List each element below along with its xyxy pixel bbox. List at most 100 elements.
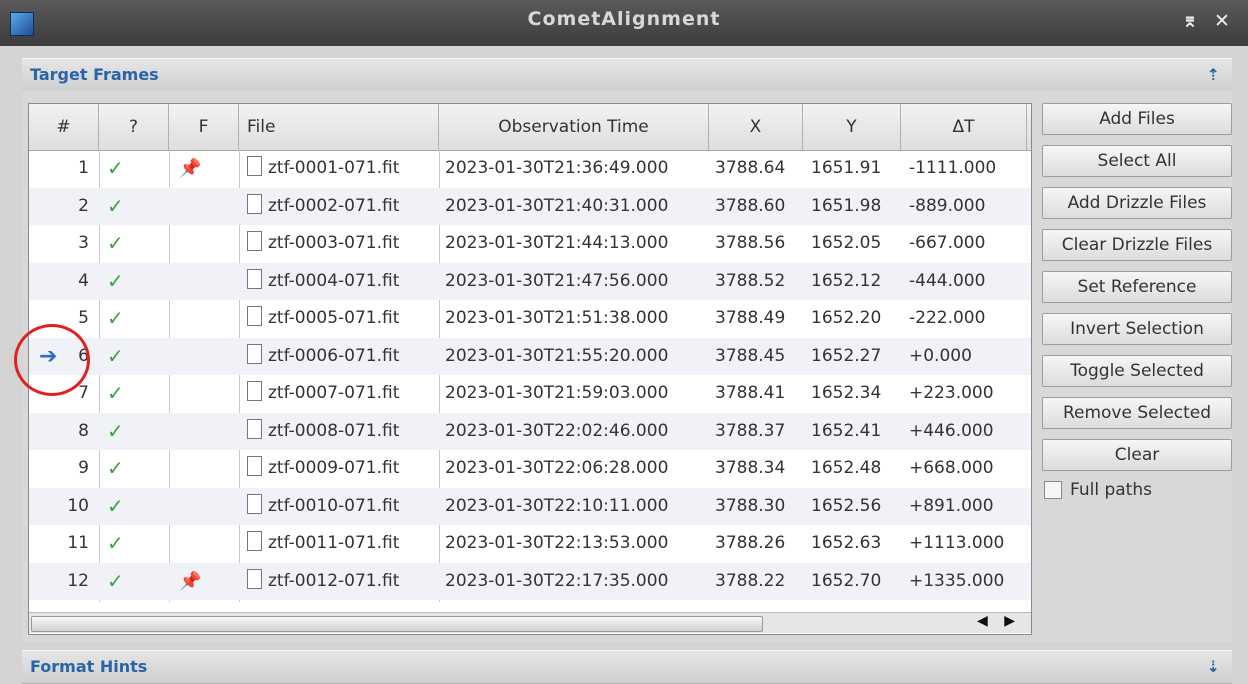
observation-time: 2023-01-30T21:59:03.000: [445, 383, 669, 403]
close-icon[interactable]: ✕: [1214, 10, 1230, 32]
table-row[interactable]: 5 ✓ ztf-0005-071.fit 2023-01-30T21:51:38.00…: [29, 300, 1031, 337]
enabled-check-icon[interactable]: ✓: [107, 338, 147, 375]
file-icon: [247, 456, 262, 476]
enabled-check-icon[interactable]: ✓: [107, 450, 147, 487]
x-value: 3788.26: [715, 533, 786, 553]
full-paths-option[interactable]: Full paths: [1044, 480, 1152, 500]
delta-t-value: +223.000: [909, 383, 994, 403]
file-name: ztf-0002-071.fit: [247, 188, 437, 225]
file-icon: [247, 343, 262, 364]
table-row[interactable]: 10 ✓ ztf-0010-071.fit 2023-01-30T22:10:11.0…: [29, 487, 1031, 525]
file-icon: [247, 306, 262, 326]
target-frames-table[interactable]: # ? F File Observation Time X Y ΔT 1 ✓ 📌 zt…: [28, 103, 1032, 635]
row-index: 10: [67, 495, 89, 516]
col-header-file[interactable]: File: [239, 104, 439, 150]
y-value: 1652.48: [811, 458, 882, 478]
observation-time: 2023-01-30T22:02:46.000: [445, 420, 669, 441]
enabled-check-icon[interactable]: ✓: [107, 188, 147, 225]
file-name-text: ztf-0007-071.fit: [268, 383, 400, 403]
file-name-text: ztf-0008-071.fit: [268, 420, 400, 441]
enabled-check-icon[interactable]: ✓: [107, 525, 147, 562]
file-name-text: ztf-0009-071.fit: [268, 458, 400, 478]
scroll-arrows-icon[interactable]: ◀ ▶: [977, 613, 1021, 629]
table-row[interactable]: 8 ✓ ztf-0008-071.fit 2023-01-30T22:02:46.00…: [29, 412, 1031, 450]
table-row[interactable]: 11 ✓ ztf-0011-071.fit 2023-01-30T22:13:53.0…: [29, 525, 1031, 562]
enabled-check-icon[interactable]: ✓: [107, 488, 147, 525]
file-icon: [247, 418, 262, 439]
y-value: 1652.20: [811, 308, 882, 328]
full-paths-checkbox[interactable]: [1044, 481, 1062, 499]
row-index: 12: [67, 570, 89, 591]
format-hints-header[interactable]: Format Hints ⇣: [22, 650, 1232, 684]
clear-button[interactable]: Clear: [1042, 439, 1232, 471]
table-row[interactable]: ➔ 6 ✓ ztf-0006-071.fit 2023-01-30T21:55:20.0…: [29, 337, 1031, 375]
table-row[interactable]: 3 ✓ ztf-0003-071.fit 2023-01-30T21:44:13.00…: [29, 225, 1031, 262]
file-icon: [247, 381, 262, 401]
table-row[interactable]: 12 ✓ 📌 ztf-0012-071.fit 2023-01-30T22:17:35.…: [29, 562, 1031, 600]
enabled-check-icon[interactable]: ✓: [107, 375, 147, 412]
x-value: 3788.45: [715, 345, 786, 366]
horizontal-scrollbar[interactable]: ◀ ▶: [29, 612, 1031, 633]
clear-drizzle-files-button[interactable]: Clear Drizzle Files: [1042, 229, 1232, 261]
target-frames-header[interactable]: Target Frames ⇡: [22, 58, 1232, 92]
pin-window-icon[interactable]: ⌆: [1182, 10, 1198, 32]
add-files-button[interactable]: Add Files: [1042, 103, 1232, 135]
table-row[interactable]: 2 ✓ ztf-0002-071.fit 2023-01-30T21:40:31.00…: [29, 187, 1031, 225]
file-name: ztf-0001-071.fit: [247, 150, 437, 187]
row-index: 3: [78, 233, 89, 253]
table-row[interactable]: 1 ✓ 📌 ztf-0001-071.fit 2023-01-30T21:36:49.0…: [29, 150, 1031, 187]
fixed-pin-icon: [179, 300, 229, 337]
x-value: 3788.52: [715, 270, 786, 291]
enabled-check-icon[interactable]: ✓: [107, 150, 147, 187]
col-header-delta-t[interactable]: ΔT: [901, 104, 1027, 150]
fixed-pin-icon: [179, 338, 229, 375]
fixed-pin-icon: [179, 188, 229, 225]
enabled-check-icon[interactable]: ✓: [107, 413, 147, 450]
enabled-check-icon[interactable]: ✓: [107, 300, 147, 337]
delta-t-value: +1113.000: [909, 533, 1005, 553]
expand-icon[interactable]: ⇣: [1207, 657, 1220, 676]
delta-t-value: +446.000: [909, 420, 994, 441]
row-index: 9: [78, 458, 89, 478]
col-header-x[interactable]: X: [709, 104, 803, 150]
enabled-check-icon[interactable]: ✓: [107, 263, 147, 300]
file-icon: [247, 568, 262, 589]
x-value: 3788.34: [715, 458, 786, 478]
file-name-text: ztf-0001-071.fit: [268, 158, 400, 178]
col-header-y[interactable]: Y: [803, 104, 901, 150]
target-frames-title: Target Frames: [30, 65, 159, 84]
observation-time: 2023-01-30T22:17:35.000: [445, 570, 669, 591]
col-header-enabled[interactable]: ?: [99, 104, 169, 150]
y-value: 1652.05: [811, 233, 882, 253]
invert-selection-button[interactable]: Invert Selection: [1042, 313, 1232, 345]
add-drizzle-files-button[interactable]: Add Drizzle Files: [1042, 187, 1232, 219]
enabled-check-icon[interactable]: ✓: [107, 225, 147, 262]
table-row[interactable]: 4 ✓ ztf-0004-071.fit 2023-01-30T21:47:56.00…: [29, 262, 1031, 300]
toggle-selected-button[interactable]: Toggle Selected: [1042, 355, 1232, 387]
row-index: 2: [78, 195, 89, 216]
remove-selected-button[interactable]: Remove Selected: [1042, 397, 1232, 429]
file-name-text: ztf-0011-071.fit: [268, 533, 400, 553]
scrollbar-thumb[interactable]: [31, 616, 763, 632]
file-name-text: ztf-0002-071.fit: [268, 195, 400, 216]
select-all-button[interactable]: Select All: [1042, 145, 1232, 177]
x-value: 3788.56: [715, 233, 786, 253]
col-header-fixed[interactable]: F: [169, 104, 239, 150]
title-bar: CometAlignment ⌆ ✕: [0, 0, 1248, 46]
set-reference-button[interactable]: Set Reference: [1042, 271, 1232, 303]
file-name: ztf-0006-071.fit: [247, 338, 437, 375]
table-row[interactable]: 7 ✓ ztf-0007-071.fit 2023-01-30T21:59:03.00…: [29, 375, 1031, 412]
col-header-observation-time[interactable]: Observation Time: [439, 104, 709, 150]
y-value: 1651.98: [811, 195, 882, 216]
table-header: # ? F File Observation Time X Y ΔT: [29, 104, 1031, 151]
observation-time: 2023-01-30T22:13:53.000: [445, 533, 669, 553]
collapse-icon[interactable]: ⇡: [1207, 65, 1220, 84]
file-name-text: ztf-0006-071.fit: [268, 345, 400, 366]
enabled-check-icon[interactable]: ✓: [107, 563, 147, 600]
table-row[interactable]: 9 ✓ ztf-0009-071.fit 2023-01-30T22:06:28.00…: [29, 450, 1031, 487]
delta-t-value: +668.000: [909, 458, 994, 478]
observation-time: 2023-01-30T22:06:28.000: [445, 458, 669, 478]
file-name: ztf-0008-071.fit: [247, 413, 437, 450]
delta-t-value: -222.000: [909, 308, 986, 328]
col-header-index[interactable]: #: [29, 104, 99, 150]
